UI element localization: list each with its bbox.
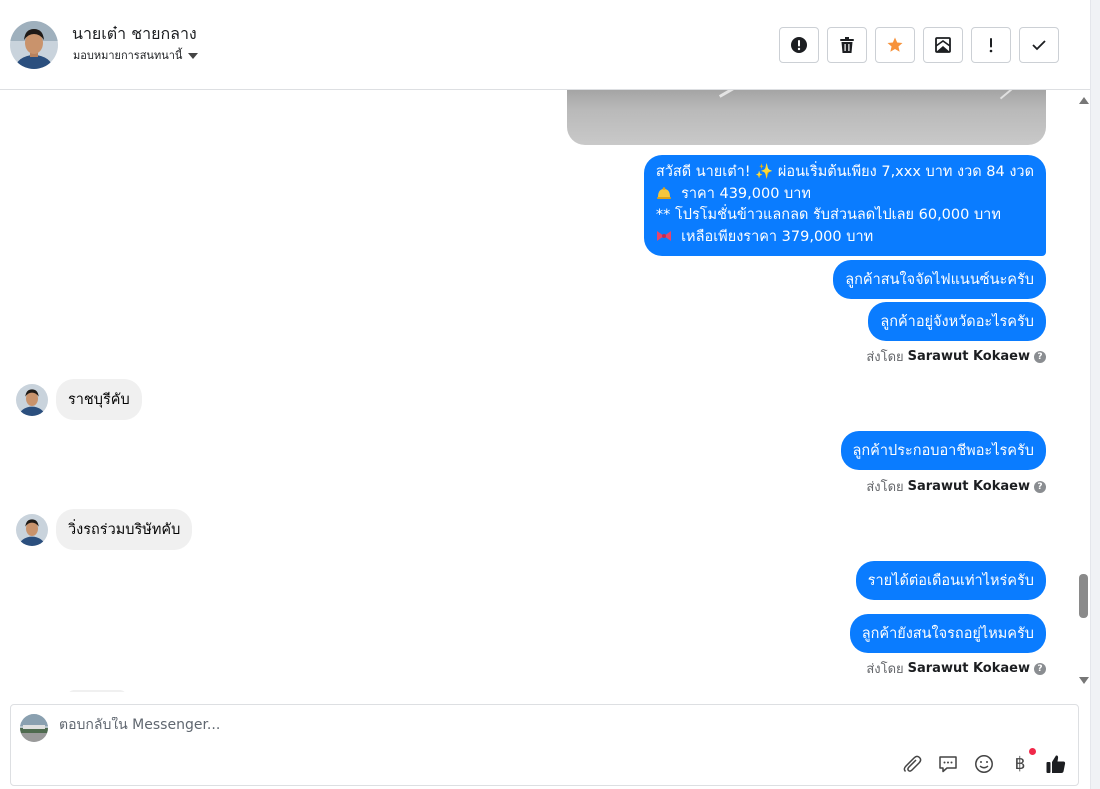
outgoing-message: ลูกค้ายังสนใจรถอยู่ไหมครับ xyxy=(849,614,1046,653)
incoming-message: ราชบุรีคับ xyxy=(56,379,142,420)
sent-by-name: Sarawut Kokaew xyxy=(907,479,1030,494)
exclamation-icon xyxy=(989,38,993,53)
promo-message-bubble: สวัสดี นายเต๋า! ✨ ผ่อนเริ่มต้นเพียง 7,xx… xyxy=(643,155,1046,256)
sent-by-label: ส่งโดย Sarawut Kokaew ? xyxy=(866,658,1046,679)
emoji-icon xyxy=(975,755,993,773)
mark-unread-icon xyxy=(935,37,951,53)
mark-done-button[interactable] xyxy=(1019,27,1059,63)
trash-icon xyxy=(840,37,854,53)
baht-icon: ฿ xyxy=(1014,754,1026,774)
photo-detail xyxy=(718,90,756,98)
assign-label: มอบหมายการสนทนานี้ xyxy=(73,49,183,62)
emoji-button[interactable] xyxy=(973,753,995,775)
promo-line-4: เหลือเพียงราคา 379,000 บาท xyxy=(656,227,1034,249)
scroll-up-icon[interactable] xyxy=(1079,97,1089,104)
delete-button[interactable] xyxy=(827,27,867,63)
bell-icon xyxy=(656,186,671,199)
help-icon[interactable]: ? xyxy=(1034,350,1046,363)
contact-name: นายเต๋า ชายกลาง xyxy=(72,24,197,43)
outgoing-message: ลูกค้าสนใจจัดไฟแนนซ์นะครับ xyxy=(833,260,1046,299)
star-button[interactable] xyxy=(875,27,915,63)
contact-avatar-small xyxy=(16,384,48,416)
promo-line-4-text: เหลือเพียงราคา 379,000 บาท xyxy=(681,228,874,245)
paperclip-icon xyxy=(903,755,922,773)
sent-by-name: Sarawut Kokaew xyxy=(907,661,1030,676)
conversation-header: นายเต๋า ชายกลาง มอบหมายการสนทนานี้ xyxy=(0,0,1090,90)
reply-composer: ฿ xyxy=(10,704,1079,786)
message-thread: สวัสดี นายเต๋า! ✨ ผ่อนเริ่มต้นเพียง 7,xx… xyxy=(0,90,1077,692)
page-avatar-image xyxy=(20,714,48,742)
alert-circle-icon xyxy=(791,37,807,53)
mark-spam-button[interactable] xyxy=(779,27,819,63)
contact-avatar-image xyxy=(16,514,48,546)
saved-reply-button[interactable] xyxy=(937,753,959,775)
outgoing-message: ลูกค้าอยู่จังหวัดอะไรครับ xyxy=(868,302,1046,341)
promo-line-2: ราคา 439,000 บาท xyxy=(656,184,1034,206)
mark-unread-button[interactable] xyxy=(923,27,963,63)
follow-up-button[interactable] xyxy=(971,27,1011,63)
outgoing-message: ลูกค้าประกอบอาชีพอะไรครับ xyxy=(840,431,1046,470)
chevron-down-icon xyxy=(188,52,199,59)
sent-by-prefix: ส่งโดย xyxy=(866,480,904,495)
help-icon[interactable]: ? xyxy=(1034,662,1046,675)
notification-dot xyxy=(1029,748,1036,755)
incoming-message: วิ่งรถร่วมบริษัทคับ xyxy=(56,509,193,550)
image-attachment[interactable] xyxy=(567,90,1046,145)
like-button[interactable] xyxy=(1045,753,1067,775)
page-avatar xyxy=(20,714,48,742)
reply-input[interactable] xyxy=(59,717,759,733)
thumbs-up-icon xyxy=(1046,755,1066,773)
sent-by-name: Sarawut Kokaew xyxy=(907,349,1030,364)
contact-avatar-image xyxy=(10,21,58,69)
sent-by-prefix: ส่งโดย xyxy=(866,350,904,365)
checkmark-icon xyxy=(1032,40,1046,51)
promo-line-1: สวัสดี นายเต๋า! ✨ ผ่อนเริ่มต้นเพียง 7,xx… xyxy=(655,164,1034,180)
attach-button[interactable] xyxy=(901,753,923,775)
window-edge xyxy=(1090,0,1100,789)
contact-avatar[interactable] xyxy=(10,21,58,69)
assign-conversation-dropdown[interactable]: มอบหมายการสนทนานี้ xyxy=(73,46,199,64)
sent-by-label: ส่งโดย Sarawut Kokaew ? xyxy=(866,346,1046,367)
payment-button[interactable]: ฿ xyxy=(1009,748,1036,775)
help-icon[interactable]: ? xyxy=(1034,480,1046,493)
promo-line-2-text: ราคา 439,000 บาท xyxy=(681,185,811,202)
sent-by-prefix: ส่งโดย xyxy=(866,662,904,677)
outgoing-message: รายได้ต่อเดือนเท่าไหร่ครับ xyxy=(855,561,1046,600)
contact-avatar-image xyxy=(16,384,48,416)
ribbon-icon xyxy=(656,230,671,241)
star-icon xyxy=(887,37,903,52)
scrollbar-thumb[interactable] xyxy=(1079,574,1088,618)
saved-reply-icon xyxy=(939,756,957,773)
incoming-message-partial xyxy=(68,690,126,692)
promo-line-3: ** โปรโมชั่นข้าวแลกลด รับส่วนลดไปเลย 60,… xyxy=(655,207,1001,223)
header-actions xyxy=(779,27,1059,63)
photo-detail xyxy=(999,90,1025,100)
sent-by-label: ส่งโดย Sarawut Kokaew ? xyxy=(866,476,1046,497)
scroll-down-icon[interactable] xyxy=(1079,677,1089,684)
contact-avatar-small xyxy=(16,514,48,546)
composer-tools: ฿ xyxy=(901,748,1067,775)
